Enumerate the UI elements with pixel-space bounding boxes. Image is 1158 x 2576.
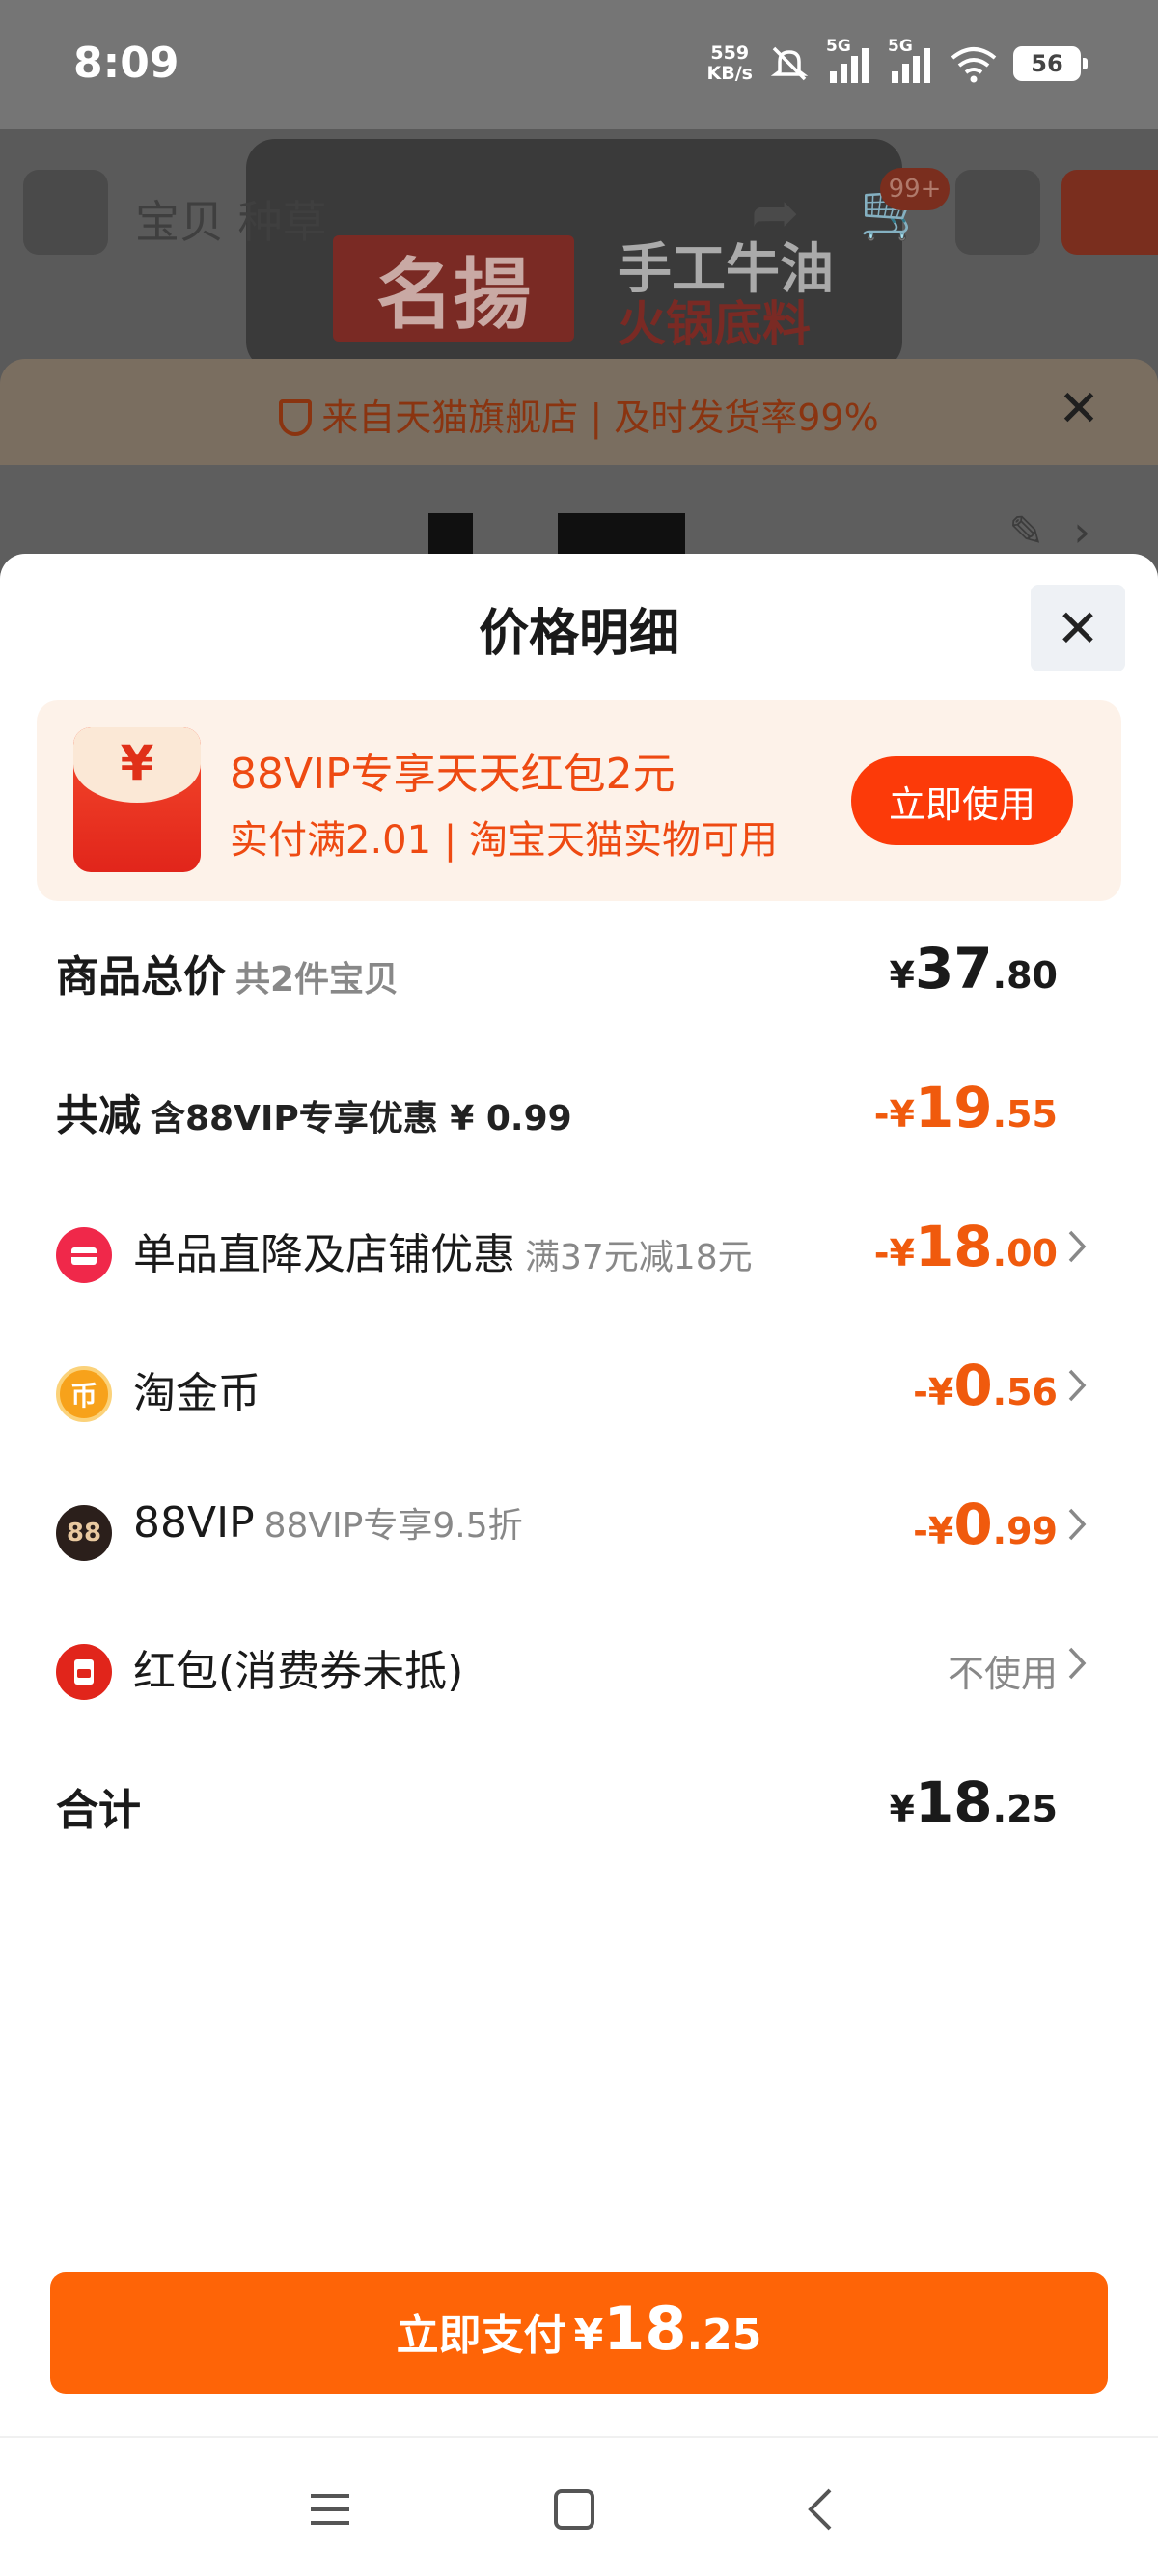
total-discount-row: 共减 含88VIP专享优惠 ¥ 0.99 -¥19.55: [0, 1059, 1158, 1156]
background-brand-logo: 名揚: [333, 235, 574, 342]
banner-close-icon[interactable]: ✕: [1050, 380, 1108, 438]
store-banner: 来自天猫旗舰店 | 及时发货率99% ✕: [0, 359, 1158, 465]
network-speed-value: 559: [710, 42, 750, 64]
total-discount-label: 共减: [56, 1091, 141, 1140]
grand-total-row: 合计 ¥18.25: [0, 1754, 1158, 1850]
home-icon[interactable]: [543, 2479, 605, 2540]
coins-amount: -¥0.56: [913, 1353, 1058, 1418]
status-bar: 8:09 559 KB/s 5G 5G 56: [0, 0, 1158, 129]
wifi-icon: [951, 47, 997, 83]
menu-icon[interactable]: [299, 2479, 361, 2540]
total-discount-amount: -¥19.55: [873, 1075, 1058, 1140]
grand-total-label: 合计: [56, 1786, 141, 1835]
promo-title: 88VIP专享天天红包2元: [230, 750, 676, 799]
chevron-right-icon: [1068, 1647, 1087, 1680]
red-packet-value: 不使用: [947, 1653, 1058, 1695]
store-banner-text: 来自天猫旗舰店 | 及时发货率99%: [321, 397, 879, 439]
store-discount-amount: -¥18.00: [873, 1214, 1058, 1279]
total-goods-row: 商品总价 共2件宝贝 ¥37.80: [0, 920, 1158, 1017]
signal-icon-1: 5G: [826, 37, 872, 85]
store-discount-label: 单品直降及店铺优惠: [133, 1230, 515, 1279]
chevron-right-icon: [1068, 1369, 1087, 1402]
pay-now-amount-int: 18: [603, 2293, 687, 2364]
store-coupon-icon: [56, 1227, 112, 1283]
coin-icon: 币: [56, 1366, 112, 1422]
store-discount-note: 满37元减18元: [525, 1238, 753, 1277]
red-packet-label: 红包(消费券未抵): [133, 1647, 464, 1696]
background-slogan-line2: 火锅底料: [618, 296, 811, 352]
status-icons: 559 KB/s 5G 5G 56: [707, 35, 1088, 93]
red-packet-icon: [56, 1644, 112, 1700]
total-goods-label: 商品总价: [56, 952, 226, 1001]
vip-discount-amount: -¥0.99: [913, 1492, 1058, 1557]
background-tab-label: 宝贝 种草: [135, 196, 327, 248]
vip-discount-row[interactable]: 88 88VIP 88VIP专享9.5折 -¥0.99: [0, 1476, 1158, 1573]
use-now-button[interactable]: 立即使用: [851, 756, 1073, 845]
network-speed: 559 KB/s: [707, 43, 753, 84]
signal-2-tag: 5G: [888, 37, 913, 56]
background-slogan: 手工牛油 火锅底料: [618, 238, 834, 352]
pay-now-button[interactable]: 立即支付 ¥ 18 .25: [50, 2272, 1108, 2394]
red-envelope-symbol: ¥: [120, 735, 154, 791]
chevron-right-icon: ›: [1073, 507, 1090, 557]
chevron-right-icon: [1068, 1508, 1087, 1541]
back-icon[interactable]: [791, 2479, 853, 2540]
pay-now-amount-dec: .25: [686, 2311, 762, 2360]
sheet-title: 价格明细: [478, 605, 679, 663]
vip-label: 88VIP: [133, 1498, 255, 1548]
chevron-right-icon: [1068, 1230, 1087, 1263]
grand-total-amount: ¥18.25: [889, 1769, 1059, 1835]
background-more-icon: [1062, 170, 1158, 255]
edit-icon: ✎: [1008, 507, 1044, 557]
background-slogan-line1: 手工牛油: [618, 238, 834, 301]
background-cart-badge: 99+: [880, 168, 950, 210]
background-favorite-icon: [955, 170, 1040, 255]
mute-icon: [770, 46, 809, 81]
network-speed-unit: KB/s: [706, 63, 753, 84]
vip-red-packet-promo: ¥ 88VIP专享天天红包2元 实付满2.01 | 淘宝天猫实物可用 立即使用: [37, 700, 1121, 901]
red-packet-row[interactable]: 红包(消费券未抵) 不使用: [0, 1615, 1158, 1712]
signal-icon-2: 5G: [888, 37, 934, 85]
total-goods-amount: ¥37.80: [889, 936, 1059, 1001]
promo-subtitle: 实付满2.01 | 淘宝天猫实物可用: [230, 818, 778, 863]
signal-1-tag: 5G: [826, 37, 851, 56]
vip-note: 88VIP专享9.5折: [263, 1506, 523, 1546]
store-discount-row[interactable]: 单品直降及店铺优惠 满37元减18元 -¥18.00: [0, 1198, 1158, 1295]
shield-icon: [279, 399, 313, 436]
system-nav-bar: [0, 2436, 1158, 2576]
vip-88-icon: 88: [56, 1505, 112, 1561]
close-icon[interactable]: ✕: [1031, 585, 1125, 671]
status-time: 8:09: [73, 39, 179, 88]
battery-icon: 56: [1013, 46, 1088, 81]
price-detail-sheet: 价格明细 ✕ ¥ 88VIP专享天天红包2元 实付满2.01 | 淘宝天猫实物可…: [0, 554, 1158, 2436]
pay-now-label: 立即支付: [396, 2311, 566, 2360]
background-back-icon: [23, 170, 108, 255]
total-goods-count: 共2件宝贝: [235, 960, 400, 1000]
background-nav: 宝贝 种草 ➦ 🛒 99+: [0, 149, 1158, 255]
coins-row[interactable]: 币 淘金币 -¥0.56: [0, 1337, 1158, 1434]
background-share-icon: ➦: [751, 179, 800, 247]
red-envelope-icon: ¥: [73, 727, 201, 872]
pay-now-currency: ¥: [573, 2311, 604, 2360]
coins-label: 淘金币: [133, 1369, 261, 1418]
total-discount-note: 含88VIP专享优惠 ¥ 0.99: [151, 1099, 572, 1138]
